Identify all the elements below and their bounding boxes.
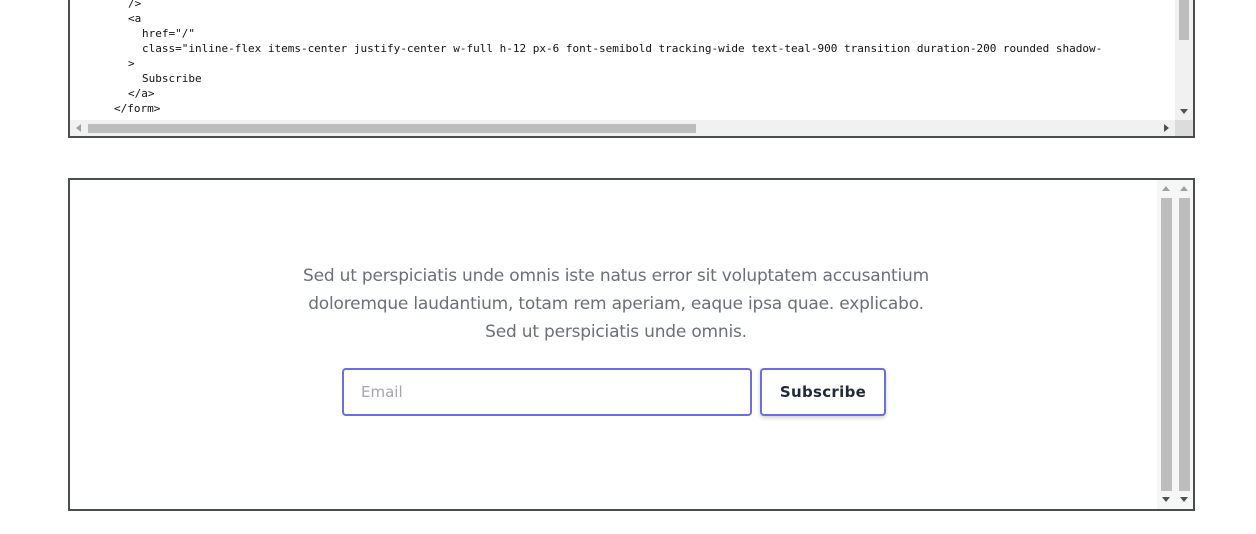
code-lines: /> <a href="/" class="inline-flex items-… [70,0,1175,116]
email-input[interactable] [342,368,752,416]
code-panel: /> <a href="/" class="inline-flex items-… [68,0,1195,138]
code-line: class="inline-flex items-center justify-… [142,42,1103,55]
preview-outer-vertical-scrollbar[interactable] [1175,180,1193,509]
code-line: > [128,57,135,70]
scroll-up-arrow-icon[interactable] [1180,186,1188,191]
code-horizontal-scroll-thumb[interactable] [88,124,696,133]
preview-content: Sed ut perspiciatis unde omnis iste natu… [70,180,1155,509]
preview-inner-vertical-scrollbar[interactable] [1157,180,1175,509]
newsletter-description: Sed ut perspiciatis unde omnis iste natu… [303,266,929,342]
scrollbar-corner [1175,120,1193,136]
scroll-up-arrow-icon[interactable] [1162,186,1170,191]
scroll-right-arrow-icon[interactable] [1164,124,1169,132]
preview-panel: Sed ut perspiciatis unde omnis iste natu… [68,178,1195,511]
scroll-left-arrow-icon[interactable] [76,124,81,132]
code-line: /> [128,0,142,10]
code-vertical-scroll-thumb[interactable] [1179,0,1189,40]
code-horizontal-scrollbar[interactable] [70,120,1175,136]
code-line: href="/" [142,27,195,40]
code-line: </a> [128,87,155,100]
code-line: <a [128,12,142,25]
preview-outer-scroll-thumb[interactable] [1179,198,1190,491]
code-viewer[interactable]: /> <a href="/" class="inline-flex items-… [70,0,1175,120]
scroll-down-arrow-icon[interactable] [1180,497,1188,502]
preview-inner-scroll-thumb[interactable] [1161,198,1172,491]
code-vertical-scrollbar[interactable] [1175,0,1193,120]
scroll-down-arrow-icon[interactable] [1162,497,1170,502]
code-line: Subscribe [142,72,202,85]
code-line: </form> [114,102,161,115]
subscribe-button[interactable]: Subscribe [760,368,886,416]
scroll-down-arrow-icon[interactable] [1180,109,1188,114]
